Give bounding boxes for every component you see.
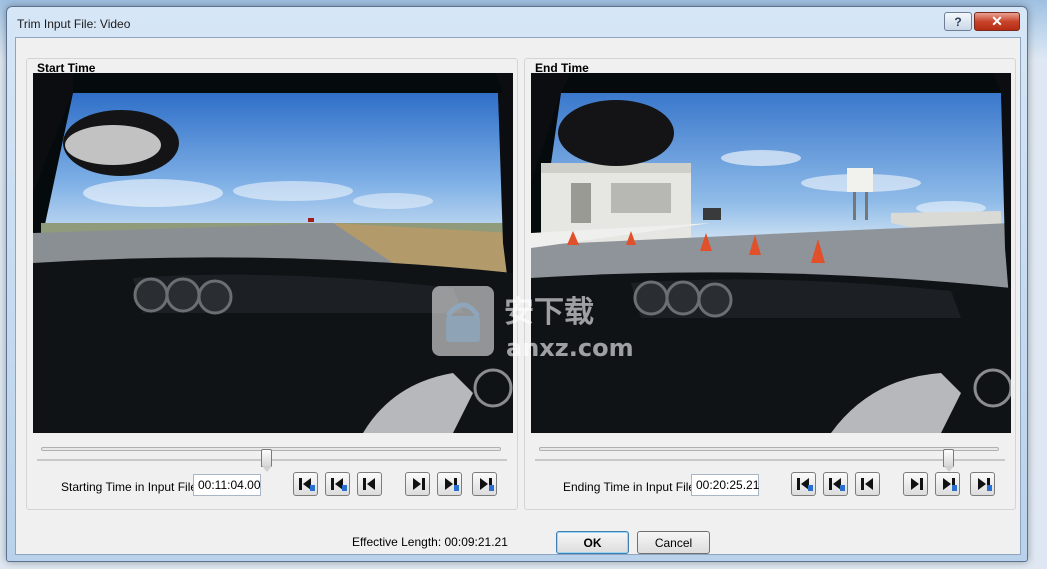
end-video-frame <box>531 73 1011 433</box>
close-button[interactable]: ✕ <box>974 12 1020 31</box>
step-back-1-button[interactable] <box>855 472 880 496</box>
step-forward-1-icon <box>907 477 925 491</box>
step-back-2-icon <box>827 477 845 491</box>
starting-time-field[interactable]: 00:11:04.00 <box>193 474 261 496</box>
end-slider-thumb[interactable] <box>942 449 954 472</box>
step-back-1-button[interactable] <box>357 472 382 496</box>
step-back-2-button[interactable] <box>325 472 350 496</box>
step-forward-2-button[interactable] <box>935 472 960 496</box>
step-forward-1-button[interactable] <box>903 472 928 496</box>
dialog-client-area: Start Time Starting Time in Input File: … <box>15 37 1021 555</box>
start-slider-ticks <box>37 459 507 461</box>
step-forward-3-icon <box>974 477 992 491</box>
window-title: Trim Input File: Video <box>17 17 131 31</box>
step-forward-3-button[interactable] <box>970 472 995 496</box>
ending-time-label: Ending Time in Input File: <box>563 480 699 494</box>
ok-button[interactable]: OK <box>556 531 629 554</box>
step-back-2-icon <box>329 477 347 491</box>
step-back-1-icon <box>859 477 877 491</box>
step-forward-1-button[interactable] <box>405 472 430 496</box>
step-back-2-button[interactable] <box>823 472 848 496</box>
trim-dialog: Trim Input File: Video ? ✕ Start Time St… <box>6 6 1028 562</box>
starting-time-label: Starting Time in Input File: <box>61 480 201 494</box>
start-time-panel: Start Time Starting Time in Input File: … <box>26 58 518 510</box>
step-forward-2-icon <box>939 477 957 491</box>
step-forward-2-button[interactable] <box>437 472 462 496</box>
ending-time-field[interactable]: 00:20:25.21 <box>691 474 759 496</box>
start-video-frame <box>33 73 513 433</box>
step-back-3-button[interactable] <box>293 472 318 496</box>
start-frame-image <box>33 73 513 433</box>
step-back-3-icon <box>795 477 813 491</box>
end-frame-image <box>531 73 1011 433</box>
step-back-1-icon <box>361 477 379 491</box>
end-slider-ticks <box>535 459 1005 461</box>
step-forward-3-icon <box>476 477 494 491</box>
title-bar[interactable]: Trim Input File: Video ? ✕ <box>7 7 1027 37</box>
step-back-3-icon <box>297 477 315 491</box>
step-forward-2-icon <box>441 477 459 491</box>
step-forward-1-icon <box>409 477 427 491</box>
start-time-slider[interactable] <box>37 443 507 472</box>
end-slider-track[interactable] <box>539 447 999 451</box>
cancel-button[interactable]: Cancel <box>637 531 710 554</box>
start-slider-thumb[interactable] <box>260 449 272 472</box>
step-back-3-button[interactable] <box>791 472 816 496</box>
effective-length-label: Effective Length: 00:09:21.21 <box>352 535 508 549</box>
help-button[interactable]: ? <box>944 12 972 31</box>
end-time-slider[interactable] <box>535 443 1005 472</box>
end-time-panel: End Time Ending Time in Input File: 00:2… <box>524 58 1016 510</box>
step-forward-3-button[interactable] <box>472 472 497 496</box>
